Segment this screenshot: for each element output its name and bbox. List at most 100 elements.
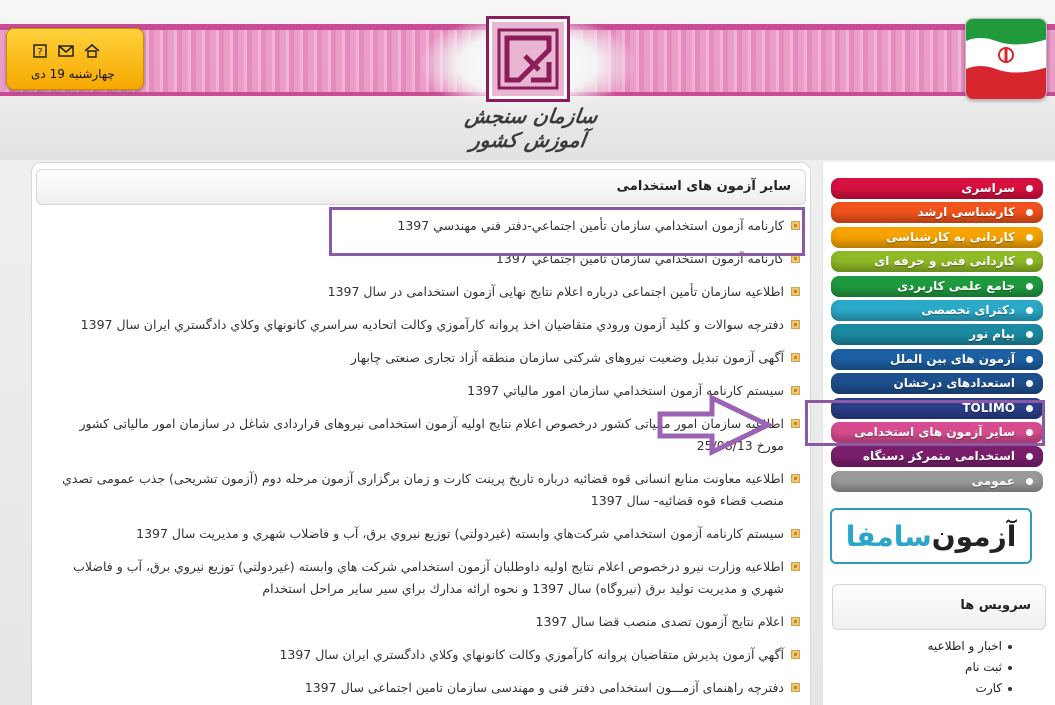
category-item[interactable]: کاردانی فنی و حرفه ای <box>831 251 1043 273</box>
news-item[interactable]: سيستم كارنامه آزمون استخدامي سازمان امور… <box>50 380 800 402</box>
page-title: سایر آزمون های استخدامی <box>616 179 791 194</box>
category-label: TOLIMO <box>962 400 1015 415</box>
help-icon[interactable]: ? <box>31 43 49 59</box>
category-label: پیام نور <box>969 327 1015 342</box>
logo-text: سازمان سنجش آموزش کشور <box>463 104 600 152</box>
category-label: آزمون های بین الملل <box>889 351 1015 366</box>
news-item[interactable]: اطلاعیه سازمان امور مالیاتی کشور درخصوص … <box>50 413 800 457</box>
service-link[interactable]: اخبار و اطلاعیه <box>836 636 1012 657</box>
bullet-dot-icon <box>1026 209 1033 217</box>
bullet-icon <box>791 221 800 230</box>
category-label: استعدادهای درخشان <box>893 376 1015 391</box>
news-item[interactable]: اطلاعیه سازمان تأمین اجتماعی درباره اعلا… <box>50 281 800 303</box>
bullet-icon <box>791 474 800 483</box>
news-item[interactable]: دفترچه سوالات و كليد آزمون ورودي متقاضيا… <box>50 314 800 336</box>
bullet-dot-icon <box>1026 477 1033 485</box>
news-item[interactable]: سيستم كارنامه آزمون استخدامي شركت‌هاي وا… <box>50 523 800 545</box>
category-item[interactable]: کاردانی به کارشناسی <box>831 226 1043 248</box>
mail-icon[interactable] <box>57 43 75 59</box>
iran-flag <box>965 18 1047 100</box>
category-item[interactable]: استعدادهای درخشان <box>831 373 1043 395</box>
category-label: کاردانی به کارشناسی <box>886 229 1015 244</box>
svg-text:?: ? <box>37 47 42 58</box>
category-item[interactable]: سراسری <box>831 178 1043 199</box>
news-item[interactable]: آگهی آزمون تبدیل وضعیت نیروهای شرکتی ساز… <box>50 347 800 369</box>
bullet-dot-icon <box>1026 258 1033 266</box>
sanjesh-logo[interactable] <box>486 16 570 102</box>
news-item-text: اطلاعیه سازمان تأمین اجتماعی درباره اعلا… <box>327 284 784 299</box>
current-date: چهارشنبه 19 دی <box>31 67 115 81</box>
category-label: سایر آزمون های استخدامی <box>854 424 1015 439</box>
services-header: سرویس ها <box>832 584 1046 630</box>
news-item[interactable]: اعلام نتایج آزمون تصدی منصب قضا سال 1397 <box>50 611 800 633</box>
news-item[interactable]: اطلاعیه معاونت منابع انسانی قوه قضائیه د… <box>50 468 800 512</box>
category-item[interactable]: استخدامی متمرکز دستگاه اجرایی <box>831 446 1043 484</box>
category-label: عمومی <box>971 473 1015 488</box>
service-link[interactable]: کارت <box>836 678 1012 699</box>
bullet-icon <box>791 650 800 659</box>
category-item[interactable]: دکترای تخصصی <box>831 299 1043 321</box>
services-list: اخبار و اطلاعیه ثبت نام کارت <box>836 636 1012 699</box>
category-item[interactable]: آزمون های بین الملل <box>831 348 1043 370</box>
bullet-icon <box>791 419 800 428</box>
news-item-text: دفترچه راهنمای آزمـــون استخدامی دفتر فن… <box>304 680 784 695</box>
saamfa-text-part2: سامفا <box>845 519 932 553</box>
bullet-dot-icon <box>1026 282 1033 290</box>
home-icon[interactable] <box>83 43 101 59</box>
news-item[interactable]: كارنامه آزمون استخدامي سازمان تامين اجتم… <box>50 248 800 270</box>
news-item[interactable]: كارنامه آزمون استخدامي سازمان تأمين اجتم… <box>50 215 800 237</box>
news-item-text: اطلاعیه سازمان امور مالیاتی کشور درخصوص … <box>79 416 784 453</box>
flag-icon <box>966 19 1046 99</box>
news-item-text: اعلام نتایج آزمون تصدی منصب قضا سال 1397 <box>535 614 784 629</box>
category-item[interactable]: پیام نور <box>831 324 1043 346</box>
saamfa-banner[interactable]: آزمون سامفا <box>830 508 1032 564</box>
saamfa-text-part1: آزمون <box>931 519 1017 553</box>
news-item-text: كارنامه آزمون استخدامي سازمان تامين اجتم… <box>495 251 784 266</box>
main-title-bar: سایر آزمون های استخدامی <box>36 169 806 205</box>
bullet-icon <box>791 617 800 626</box>
news-item-text: آگهی آزمون تبدیل وضعیت نیروهای شرکتی ساز… <box>350 350 784 365</box>
bullet-icon <box>791 562 800 571</box>
utility-icons: ? <box>31 43 101 59</box>
bullet-icon <box>791 683 800 692</box>
category-menu: سراسری کارشناسی ارشد کاردانی به کارشناسی کا… <box>831 178 1043 495</box>
category-item[interactable]: TOLIMO <box>831 397 1043 419</box>
news-item-text: سيستم كارنامه آزمون استخدامي شركت‌هاي وا… <box>136 526 784 541</box>
news-item[interactable]: اطلاعيه وزارت نيرو درخصوص اعلام نتايج او… <box>50 556 800 600</box>
bullet-dot-icon <box>1026 233 1033 241</box>
utility-box: ? چهارشنبه 19 دی <box>6 28 144 90</box>
bullet-icon <box>791 386 800 395</box>
news-item-text: دفترچه سوالات و كليد آزمون ورودي متقاضيا… <box>80 317 784 332</box>
bullet-dot-icon <box>1026 380 1033 388</box>
news-item-text: كارنامه آزمون استخدامي سازمان تأمين اجتم… <box>397 218 784 233</box>
bullet-dot-icon <box>1026 428 1033 436</box>
bullet-icon <box>791 254 800 263</box>
bullet-icon <box>791 529 800 538</box>
category-item[interactable]: عمومی <box>831 470 1043 492</box>
news-item-text: آگهي آزمون پذيرش متقاضيان پروانه كارآموز… <box>279 647 784 662</box>
bullet-dot-icon <box>1026 404 1033 412</box>
news-item[interactable]: دفترچه راهنمای آزمـــون استخدامی دفتر فن… <box>50 677 800 699</box>
news-list: كارنامه آزمون استخدامي سازمان تأمين اجتم… <box>50 215 800 705</box>
bullet-dot-icon <box>1026 306 1033 314</box>
service-link[interactable]: ثبت نام <box>836 657 1012 678</box>
bullet-icon <box>791 353 800 362</box>
category-label: جامع علمی کاربردی <box>897 278 1015 293</box>
news-item-text: سيستم كارنامه آزمون استخدامي سازمان امور… <box>467 383 784 398</box>
category-label: کاردانی فنی و حرفه ای <box>874 254 1015 269</box>
news-item-text: اطلاعیه معاونت منابع انسانی قوه قضائیه د… <box>62 471 784 508</box>
site-header: سازمان سنجش آموزش کشور ? چهارشنبه 19 دی <box>0 0 1055 160</box>
category-item[interactable]: جامع علمی کاربردی <box>831 275 1043 297</box>
logo-emblem-icon <box>497 28 559 90</box>
news-item-text: اطلاعيه وزارت نيرو درخصوص اعلام نتايج او… <box>73 559 784 596</box>
bullet-dot-icon <box>1026 355 1033 363</box>
news-item[interactable]: آگهي آزمون پذيرش متقاضيان پروانه كارآموز… <box>50 644 800 666</box>
category-item[interactable]: کارشناسی ارشد <box>831 202 1043 224</box>
category-item[interactable]: سایر آزمون های استخدامی <box>831 421 1043 443</box>
bullet-dot-icon <box>1026 185 1033 192</box>
services-title: سرویس ها <box>960 598 1031 613</box>
bullet-icon <box>791 287 800 296</box>
category-label: دکترای تخصصی <box>921 302 1015 317</box>
bullet-dot-icon <box>1026 453 1033 461</box>
bullet-icon <box>791 320 800 329</box>
